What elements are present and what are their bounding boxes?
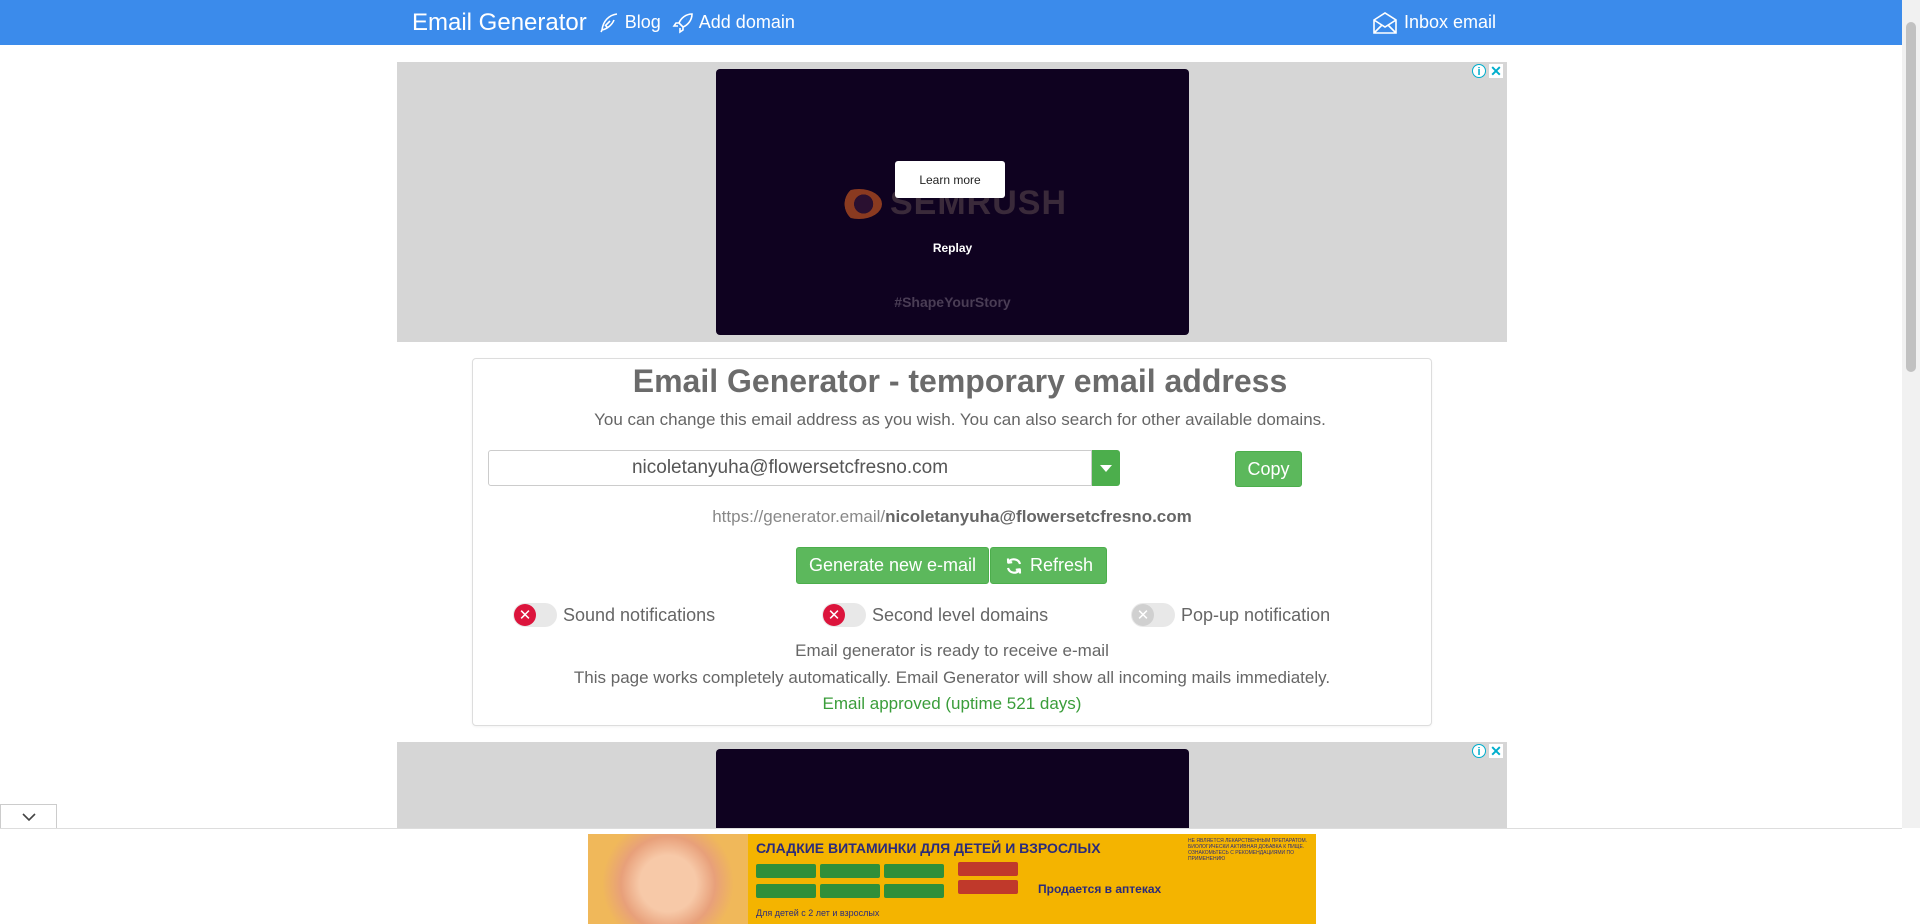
sound-notifications-toggle[interactable]: ✕ Sound notifications	[513, 603, 715, 627]
ad-hashtag: #ShapeYourStory	[894, 294, 1011, 310]
semrush-flame-icon	[836, 188, 882, 219]
generate-new-email-button[interactable]: Generate new e-mail	[796, 547, 989, 584]
product-pack	[884, 864, 944, 878]
learn-more-button[interactable]: Learn more	[895, 161, 1005, 198]
nav-blog-label: Blog	[624, 12, 661, 32]
chevron-down-icon	[21, 812, 36, 821]
product-pack	[756, 864, 816, 878]
second-level-domains-label: Second level domains	[872, 604, 1049, 625]
nav-left: Email Generator Blog Add domain	[412, 0, 795, 45]
ad-age-text: Для детей с 2 лет и взрослых	[756, 908, 880, 918]
top-ad-banner: i ✕ SEMRUSH Learn more Replay #ShapeYour…	[397, 62, 1507, 342]
rocket-icon	[672, 12, 693, 33]
ad-close-icon[interactable]: ✕	[1489, 64, 1503, 78]
toggle-disabled-x-icon: ✕	[1132, 604, 1154, 626]
ad-close-icon[interactable]: ✕	[1489, 744, 1503, 758]
refresh-icon	[1006, 557, 1022, 574]
ad-info-icon[interactable]: i	[1472, 64, 1486, 78]
nav-add-domain-label: Add domain	[698, 12, 795, 32]
product-pack	[756, 884, 816, 898]
toggle-switch[interactable]: ✕	[513, 603, 557, 627]
caret-down-icon	[1100, 464, 1112, 472]
toggle-off-x-icon: ✕	[823, 604, 845, 626]
email-url[interactable]: https://generator.email/nicoletanyuha@fl…	[0, 507, 1904, 527]
ad-info-icon[interactable]: i	[1472, 744, 1486, 758]
second-level-domains-toggle[interactable]: ✕ Second level domains	[822, 603, 1048, 627]
popup-notification-label: Pop-up notification	[1181, 604, 1331, 625]
url-email: nicoletanyuha@flowersetcfresno.com	[885, 507, 1192, 526]
status-ready: Email generator is ready to receive e-ma…	[795, 641, 1109, 660]
replay-button[interactable]: Replay	[716, 241, 1189, 255]
product-pack	[958, 862, 1018, 876]
popup-notification-toggle[interactable]: ✕ Pop-up notification	[1131, 603, 1330, 627]
toggle-off-x-icon: ✕	[514, 604, 536, 626]
scrollbar-thumb[interactable]	[1906, 22, 1916, 372]
domain-dropdown-button[interactable]	[1092, 450, 1120, 486]
status-approved: Email approved (uptime 521 days)	[822, 694, 1082, 713]
top-navbar: Email Generator Blog Add domain Inbox em…	[0, 0, 1902, 45]
ad-video[interactable]	[716, 749, 1189, 828]
nav-inbox-link[interactable]: Inbox email	[1372, 0, 1496, 45]
ad-choices[interactable]: i ✕	[1472, 64, 1503, 78]
ad-disclaimer: НЕ ЯВЛЯЕТСЯ ЛЕКАРСТВЕННЫМ ПРЕПАРАТОМ. БИ…	[1188, 838, 1308, 862]
toggle-switch[interactable]: ✕	[1131, 603, 1175, 627]
ad-pharmacy-text: Продается в аптеках	[1038, 882, 1162, 896]
refresh-label: Refresh	[1029, 555, 1094, 575]
product-pack	[884, 884, 944, 898]
page-title: Email Generator - temporary email addres…	[632, 363, 1288, 399]
nav-blog-link[interactable]: Blog	[597, 11, 661, 35]
toggle-switch[interactable]: ✕	[822, 603, 866, 627]
email-address-input[interactable]: nicoletanyuha@flowersetcfresno.com	[488, 450, 1092, 486]
ad-headline: СЛАДКИЕ ВИТАМИНКИ ДЛЯ ДЕТЕЙ И ВЗРОСЛЫХ	[756, 840, 1101, 856]
collapse-ad-button[interactable]	[0, 804, 57, 828]
nav-inbox-label: Inbox email	[1404, 12, 1497, 32]
url-prefix: https://generator.email/	[712, 507, 886, 526]
feather-icon	[600, 12, 617, 32]
refresh-button[interactable]: Refresh	[990, 547, 1107, 584]
sound-notifications-label: Sound notifications	[563, 604, 716, 625]
product-pack	[958, 880, 1018, 894]
ad-video[interactable]: SEMRUSH Learn more Replay #ShapeYourStor…	[716, 69, 1189, 335]
page-subtitle: You can change this email address as you…	[594, 410, 1326, 429]
product-pack	[820, 884, 880, 898]
vitamins-ad-banner[interactable]: СЛАДКИЕ ВИТАМИНКИ ДЛЯ ДЕТЕЙ И ВЗРОСЛЫХ П…	[588, 834, 1316, 924]
middle-ad-banner: i ✕	[397, 742, 1507, 828]
copy-button[interactable]: Copy	[1235, 451, 1302, 487]
product-pack	[820, 864, 880, 878]
status-auto: This page works completely automatically…	[573, 668, 1331, 687]
ad-choices[interactable]: i ✕	[1472, 744, 1503, 758]
envelope-open-icon	[1373, 11, 1397, 34]
brand-link[interactable]: Email Generator	[412, 9, 587, 37]
nav-add-domain-link[interactable]: Add domain	[671, 11, 795, 35]
child-photo	[588, 834, 748, 924]
